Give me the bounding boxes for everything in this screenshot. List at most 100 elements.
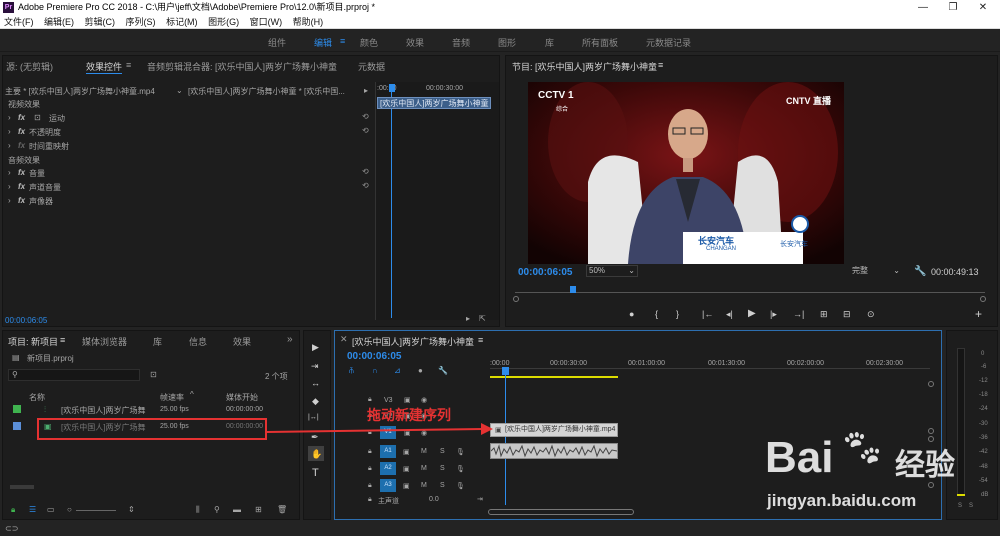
maximize-button[interactable]: ❐ — [938, 0, 968, 15]
sequence-clip-label[interactable]: [欢乐中国人]两岁广场舞小神童 * [欢乐中国... — [188, 86, 345, 97]
workspace-menu-icon[interactable]: ≡ — [340, 36, 345, 46]
effect-time-remapping[interactable]: 时间重映射 — [29, 141, 69, 152]
timeline-playhead-handle[interactable] — [502, 367, 509, 375]
scrub-end-handle[interactable] — [980, 296, 986, 302]
project-search-input[interactable]: ⚲ — [8, 369, 140, 381]
minimize-button[interactable]: — — [908, 0, 938, 15]
microphone-icon[interactable]: 🎙︎ — [456, 465, 465, 473]
effect-volume[interactable]: 音量 — [29, 168, 45, 179]
eye-icon[interactable]: ◉ — [421, 396, 427, 404]
play-icon[interactable]: ▶ — [748, 308, 756, 319]
tab-effect-controls[interactable]: 效果控件 — [86, 60, 123, 74]
zoom-select[interactable]: 50% ⌄ — [586, 265, 638, 277]
workspace-all-panels[interactable]: 所有面板 — [582, 36, 618, 49]
workspace-graphics[interactable]: 图形 — [498, 36, 516, 49]
mute-button[interactable]: M — [421, 448, 427, 455]
menu-clip[interactable]: 剪辑(C) — [85, 17, 116, 27]
effect-panner[interactable]: 声像器 — [29, 196, 53, 207]
filter-icon[interactable]: ▸ — [466, 314, 470, 323]
tab-menu-icon[interactable]: ≡ — [126, 60, 131, 70]
snap-icon[interactable]: ∩ — [372, 366, 378, 375]
program-scrub-bar[interactable] — [515, 292, 985, 293]
track-a2-target[interactable]: A2 — [380, 462, 396, 475]
chevron-down-icon[interactable]: ⌄ — [176, 86, 183, 95]
horizontal-scrollbar[interactable] — [10, 485, 34, 489]
program-video-frame[interactable]: CCTV 1 综合 CNTV 直播 长安汽车 CHANGAN 长安汽车 — [528, 82, 844, 264]
lock-icon[interactable]: 🔒︎ — [368, 396, 372, 404]
automate-to-sequence-icon[interactable]: ⫼ — [196, 505, 200, 515]
new-bin-icon[interactable]: ▬ — [233, 505, 241, 514]
mark-in-icon[interactable]: { — [655, 309, 658, 319]
expand-arrow-icon[interactable]: › — [8, 168, 11, 177]
list-view-icon[interactable]: ☰ — [29, 505, 36, 514]
master-clip-label[interactable]: 主要 * [欢乐中国人]两岁广场舞小神童.mp4 — [5, 86, 155, 97]
lock-icon[interactable]: 🔒︎ — [368, 496, 372, 504]
film-sync-icon[interactable]: ▣ — [404, 396, 411, 404]
new-item-icon[interactable]: ⊞ — [255, 505, 262, 514]
menu-graphics[interactable]: 图形(G) — [208, 17, 239, 27]
program-timecode[interactable]: 00:00:06:05 — [518, 267, 572, 278]
menu-markers[interactable]: 标记(M) — [166, 17, 198, 27]
type-tool-icon[interactable]: T — [312, 467, 319, 479]
insert-nest-icon[interactable]: ⫚ — [349, 366, 354, 376]
expand-arrow-icon[interactable]: › — [8, 127, 11, 136]
tab-media-browser[interactable]: 媒体浏览器 — [82, 335, 127, 348]
tab-audio-clip-mixer[interactable]: 音频剪辑混合器: [欢乐中国人]两岁广场舞小神童 — [147, 60, 337, 73]
add-marker-icon[interactable]: ● — [418, 366, 423, 375]
menu-edit[interactable]: 编辑(E) — [44, 17, 74, 27]
menu-file[interactable]: 文件(F) — [4, 17, 34, 27]
fx-icon[interactable]: fx — [18, 196, 25, 205]
workspace-effects[interactable]: 效果 — [406, 36, 424, 49]
sort-ascending-icon[interactable]: ^ — [190, 390, 194, 399]
timeline-settings-icon[interactable]: 🔧 — [438, 366, 448, 375]
transform-icon[interactable]: ⊡ — [34, 113, 41, 122]
tab-menu-icon[interactable]: ≡ — [60, 335, 65, 345]
go-to-in-icon[interactable]: |← — [702, 309, 713, 319]
effect-motion[interactable]: 运动 — [49, 113, 65, 124]
fx-icon[interactable]: fx — [18, 113, 25, 122]
fx-icon[interactable]: fx — [18, 182, 25, 191]
camera-icon[interactable]: ⊙ — [867, 309, 875, 320]
film-sync-icon[interactable]: ▣ — [403, 448, 410, 456]
razor-tool-icon[interactable]: ◆ — [312, 396, 319, 407]
expand-arrow-icon[interactable]: › — [8, 182, 11, 191]
reset-icon[interactable]: ⟲ — [362, 112, 369, 121]
lock-icon[interactable]: 🔒︎ — [11, 505, 15, 515]
tab-effects[interactable]: 效果 — [233, 335, 251, 348]
lock-icon[interactable]: 🔒︎ — [368, 482, 372, 490]
program-playhead[interactable] — [570, 286, 576, 293]
timeline-tab[interactable]: [欢乐中国人]两岁广场舞小神童 — [352, 335, 474, 348]
play-only-audio-icon[interactable]: ▸ — [364, 86, 368, 95]
microphone-icon[interactable]: 🎙︎ — [456, 482, 465, 490]
audio-clip[interactable] — [490, 443, 618, 459]
wrench-icon[interactable]: 🔧 — [914, 266, 926, 277]
mute-button[interactable]: M — [421, 482, 427, 489]
program-monitor-title[interactable]: 节目: [欢乐中国人]两岁广场舞小神童 — [512, 60, 657, 73]
add-marker-icon[interactable]: ● — [629, 309, 634, 319]
quality-select[interactable]: 完整 ⌄ — [852, 265, 902, 277]
expand-arrow-icon[interactable]: › — [8, 141, 11, 150]
extract-icon[interactable]: ⊟ — [843, 309, 851, 320]
timeline-menu-icon[interactable]: ≡ — [478, 335, 483, 345]
effect-channel-volume[interactable]: 声道音量 — [29, 182, 61, 193]
expand-arrow-icon[interactable]: › — [8, 113, 11, 122]
new-bin-from-search-icon[interactable]: ⊡ — [150, 370, 157, 379]
reset-icon[interactable]: ⟲ — [362, 181, 369, 190]
tab-info[interactable]: 信息 — [189, 335, 207, 348]
lock-icon[interactable]: 🔒︎ — [368, 448, 372, 456]
workspace-color[interactable]: 颜色 — [360, 36, 378, 49]
fx-icon[interactable]: fx — [18, 141, 25, 150]
workspace-libraries[interactable]: 库 — [545, 36, 554, 49]
workspace-metadata-logging[interactable]: 元数据记录 — [646, 36, 691, 49]
lock-icon[interactable]: 🔒︎ — [368, 465, 372, 473]
mute-button[interactable]: M — [421, 465, 427, 472]
track-a3-target[interactable]: A3 — [380, 479, 396, 492]
expand-arrow-icon[interactable]: › — [8, 196, 11, 205]
timeline-close-icon[interactable]: ✕ — [340, 334, 348, 345]
go-to-out-icon[interactable]: →| — [793, 309, 804, 319]
clear-icon[interactable]: 🗑︎ — [277, 505, 287, 514]
reset-icon[interactable]: ⟲ — [362, 167, 369, 176]
ripple-edit-tool-icon[interactable]: ↔ — [311, 378, 320, 388]
timeline-horizontal-scrollbar[interactable] — [488, 509, 634, 515]
go-to-end-icon[interactable]: ⇥ — [477, 495, 483, 503]
